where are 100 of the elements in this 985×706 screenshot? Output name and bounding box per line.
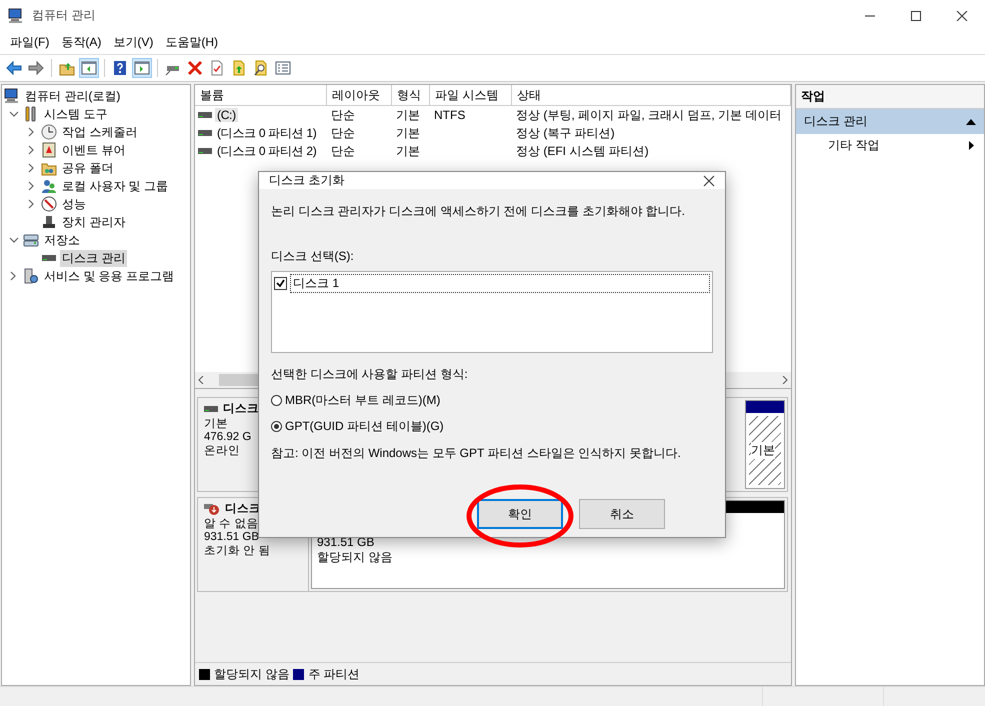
legend-label: 주 파티션	[308, 666, 360, 682]
table-cell: 기본	[396, 126, 420, 140]
disk-info: 온라인	[204, 444, 240, 458]
table-cell: 정상 (EFI 시스템 파티션)	[516, 144, 649, 158]
note-text: 참고: 이전 버전의 Windows는 모두 GPT 파티션 스타일은 인식하지 못합니다.	[271, 445, 681, 462]
toolbar-button[interactable]	[4, 58, 24, 78]
checklist-icon	[275, 60, 291, 76]
maximize-icon[interactable]	[910, 10, 922, 20]
column-header[interactable]: 볼륨	[195, 85, 327, 106]
tree-item[interactable]: 장치 관리자	[60, 214, 128, 230]
toolbar-button[interactable]	[132, 58, 152, 78]
table-cell: 단순	[331, 126, 355, 140]
toolbar-button[interactable]	[185, 58, 205, 78]
table-cell[interactable]: (디스크 0 파티션 1)	[215, 124, 318, 142]
drive-icon	[198, 111, 212, 119]
help-icon	[112, 60, 128, 76]
partition-info: 기본	[751, 442, 775, 459]
properties-icon	[209, 60, 225, 76]
tree-item[interactable]: 디스크 관리	[60, 250, 128, 266]
close-icon[interactable]	[703, 174, 715, 186]
dialog-title: 디스크 초기화	[269, 172, 344, 189]
table-cell[interactable]: (C:)	[215, 108, 238, 122]
check-icon	[276, 279, 285, 288]
disk-listbox[interactable]: 디스크 1	[271, 271, 713, 353]
menu-item[interactable]: 동작(A)	[55, 32, 108, 53]
tree-item[interactable]: 작업 스케줄러	[60, 124, 140, 140]
tree-item[interactable]: 시스템 도구	[42, 106, 110, 122]
radio-label[interactable]: MBR(마스터 부트 레코드)(M)	[285, 392, 440, 409]
ok-button[interactable]: 확인	[477, 499, 563, 529]
radio-label[interactable]: GPT(GUID 파티션 테이블)(G)	[285, 418, 444, 435]
export-icon	[231, 60, 247, 76]
drive-icon	[198, 147, 212, 155]
table-cell: 정상 (부팅, 페이지 파일, 크래시 덤프, 기본 데이터	[516, 108, 782, 122]
disk-info: 476.92 G	[204, 431, 252, 443]
up-folder-icon	[59, 60, 75, 76]
storage-icon	[23, 232, 39, 248]
list-item[interactable]: 디스크 1	[290, 274, 710, 293]
action-label: 기타 작업	[828, 137, 880, 154]
tree-item[interactable]: 저장소	[42, 232, 82, 248]
column-header[interactable]: 상태	[512, 85, 791, 106]
toolbar-button[interactable]	[79, 58, 99, 78]
field-label: 디스크 선택(S):	[271, 248, 354, 265]
computer-icon	[4, 88, 20, 104]
disk-name: 디스크	[223, 402, 259, 416]
table-cell: 정상 (복구 파티션)	[516, 126, 615, 140]
scroll-left-icon[interactable]	[197, 376, 205, 384]
partition-info: 할당되지 않음	[317, 549, 392, 566]
drive-error-icon	[204, 502, 220, 516]
tree-item[interactable]: 이벤트 뷰어	[60, 142, 128, 158]
action-item[interactable]: 기타 작업	[796, 134, 984, 157]
tree-item[interactable]: 공유 폴더	[60, 160, 116, 176]
tree-item[interactable]: 서비스 및 응용 프로그램	[42, 268, 176, 284]
pane-title: 작업	[796, 85, 984, 109]
clock-icon	[41, 124, 57, 140]
disk-info: 알 수 없음	[204, 517, 258, 531]
partition-block[interactable]: 기본	[745, 400, 785, 489]
computer-icon	[8, 8, 24, 24]
services-icon	[23, 268, 39, 284]
column-header[interactable]: 레이아웃	[327, 85, 392, 106]
tree-pane-icon	[81, 60, 97, 76]
tree-item[interactable]: 로컬 사용자 및 그룹	[60, 178, 170, 194]
close-icon[interactable]	[956, 10, 968, 20]
cancel-button[interactable]: 취소	[579, 499, 665, 529]
disk-info: 기본	[204, 417, 228, 431]
menu-item[interactable]: 도움말(H)	[159, 32, 224, 53]
window-title: 컴퓨터 관리	[32, 7, 96, 24]
disk-info: 931.51 GB	[204, 531, 259, 543]
table-cell[interactable]: (디스크 0 파티션 2)	[215, 142, 318, 160]
radio-button[interactable]	[271, 395, 282, 406]
checkbox[interactable]	[274, 277, 287, 290]
column-header[interactable]: 파일 시스템	[430, 85, 512, 106]
table-cell: NTFS	[434, 108, 466, 122]
delete-icon	[187, 60, 203, 76]
table-cell: 단순	[331, 144, 355, 158]
column-header[interactable]: 형식	[392, 85, 430, 106]
section-title: 디스크 관리	[804, 113, 868, 130]
legend-label: 할당되지 않음	[214, 666, 290, 682]
table-cell: 기본	[396, 108, 420, 122]
table-cell: 단순	[331, 108, 355, 122]
radio-button[interactable]	[271, 421, 282, 432]
tree-item[interactable]: 성능	[60, 196, 88, 212]
drive-icon	[204, 404, 218, 412]
toolbar-button[interactable]	[26, 58, 46, 78]
menu-item[interactable]: 보기(V)	[107, 32, 160, 53]
tree-item[interactable]: 컴퓨터 관리(로컬)	[23, 88, 122, 104]
forward-arrow-icon	[28, 60, 44, 76]
scroll-right-icon[interactable]	[781, 376, 789, 384]
field-label: 선택한 디스크에 사용할 파티션 형식:	[271, 366, 468, 383]
section-header[interactable]: 디스크 관리	[796, 109, 984, 134]
find-icon	[253, 60, 269, 76]
table-cell: 기본	[396, 144, 420, 158]
dialog-message: 논리 디스크 관리자가 디스크에 액세스하기 전에 디스크를 초기화해야 합니다.	[271, 203, 686, 220]
menu-item[interactable]: 파일(F)	[4, 32, 56, 53]
disk-info: 초기화 안 됨	[204, 544, 270, 558]
collapse-triangle-icon[interactable]	[966, 118, 976, 124]
users-icon	[41, 178, 57, 194]
action-pane-icon	[134, 60, 150, 76]
back-arrow-icon	[6, 60, 22, 76]
drive-icon	[198, 129, 212, 137]
submenu-arrow-icon	[969, 141, 974, 150]
